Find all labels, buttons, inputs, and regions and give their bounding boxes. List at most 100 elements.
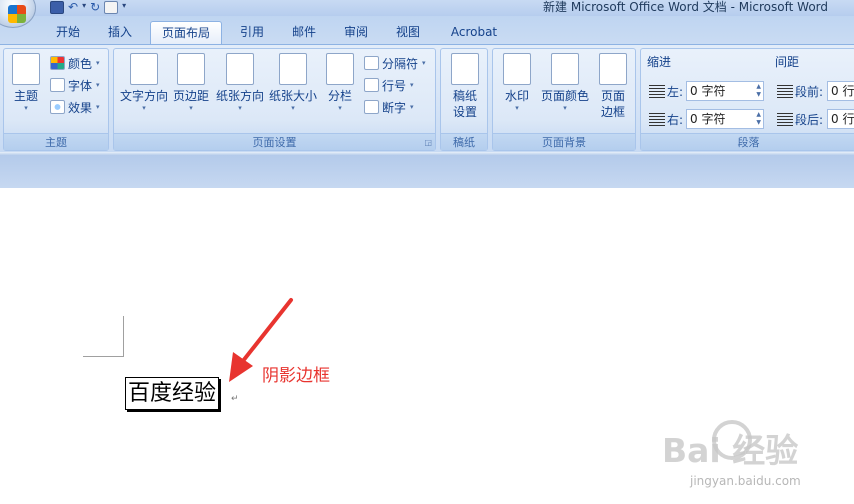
chevron-down-icon: ▾	[338, 104, 342, 112]
margins-label: 页边距	[172, 89, 209, 103]
columns-label: 分栏	[327, 89, 352, 103]
watermark-label: 水印	[504, 89, 529, 103]
margin-crop-mark-horizontal	[83, 356, 124, 357]
margin-crop-mark-vertical	[123, 316, 124, 356]
baidu-paw-icon	[712, 420, 752, 460]
dialog-launcher-icon[interactable]: ◲	[424, 138, 432, 147]
group-label-page-background: 页面背景	[493, 133, 635, 150]
watermark-url: jingyan.baidu.com	[690, 474, 801, 488]
chevron-down-icon: ▾	[238, 104, 242, 112]
line-numbers-icon	[364, 78, 379, 92]
page-border-label-line2: 边框	[600, 105, 625, 119]
theme-fonts-button[interactable]: 字体 ▾	[50, 75, 100, 95]
theme-colors-button[interactable]: 颜色 ▾	[50, 53, 100, 73]
group-label-paragraph: 段落	[641, 133, 854, 150]
line-numbers-button[interactable]: 行号 ▾	[364, 75, 414, 95]
group-label-draft-paper: 稿纸	[441, 133, 487, 150]
tab-acrobat[interactable]: Acrobat	[442, 21, 506, 44]
draft-paper-icon	[451, 53, 479, 85]
group-theme: 主题 ▾ 颜色 ▾ 字体 ▾ 效果 ▾ 主题	[3, 48, 109, 151]
page-color-button[interactable]: 页面颜色 ▾	[539, 53, 591, 112]
chevron-down-icon: ▾	[563, 104, 567, 112]
spacing-after-value: 0 行	[831, 112, 854, 126]
shadow-bordered-text[interactable]: 百度经验	[125, 377, 220, 410]
page-border-icon	[599, 53, 627, 85]
paper-size-button[interactable]: 纸张大小 ▾	[267, 53, 319, 112]
redo-icon[interactable]: ↻	[90, 1, 100, 14]
theme-effects-label: 效果	[68, 100, 93, 115]
tab-insert[interactable]: 插入	[98, 21, 142, 44]
annotation-label: 阴影边框	[262, 366, 330, 386]
indent-left-input[interactable]: 0 字符 ▲ ▼	[686, 81, 764, 101]
fonts-icon	[50, 78, 65, 92]
chevron-down-icon: ▾	[410, 103, 414, 111]
margins-icon	[177, 53, 205, 85]
save-icon[interactable]	[50, 0, 64, 14]
theme-colors-label: 颜色	[68, 56, 93, 71]
ribbon-edge	[0, 152, 854, 155]
group-page-setup: 文字方向 ▾ 页边距 ▾ 纸张方向 ▾ 纸张大小 ▾ 分栏 ▾ 分隔符 ▾ 行号…	[113, 48, 436, 151]
themes-button[interactable]: 主题 ▾	[8, 53, 44, 112]
chevron-down-icon: ▾	[96, 81, 100, 89]
ribbon: 主题 ▾ 颜色 ▾ 字体 ▾ 效果 ▾ 主题 文字方向 ▾ 页边距 ▾ 纸张方向…	[0, 44, 854, 152]
spacing-after-input[interactable]: 0 行	[827, 109, 854, 129]
page-border-button[interactable]: 页面 边框	[595, 53, 631, 120]
page-color-label: 页面颜色	[540, 89, 589, 103]
spacing-before-label: 段前:	[777, 83, 823, 100]
breaks-icon	[364, 56, 379, 70]
tab-mailings[interactable]: 邮件	[282, 21, 326, 44]
tab-references[interactable]: 引用	[230, 21, 274, 44]
chevron-down-icon: ▾	[515, 104, 519, 112]
group-paragraph: 缩进 间距 左: 0 字符 ▲ ▼ 右: 0 字符 ▲ ▼ 段前: 0 行 段后:	[640, 48, 854, 151]
window-title: 新建 Microsoft Office Word 文档 - Microsoft …	[543, 0, 828, 14]
draft-paper-button[interactable]: 稿纸 设置	[447, 53, 483, 120]
print-preview-icon[interactable]	[104, 0, 119, 14]
draft-paper-label-line2: 设置	[452, 105, 477, 119]
spinner-arrows-icon[interactable]: ▲ ▼	[756, 111, 761, 127]
indent-right-input[interactable]: 0 字符 ▲ ▼	[686, 109, 764, 129]
indent-right-value: 0 字符	[690, 112, 726, 126]
group-page-background: 水印 ▾ 页面颜色 ▾ 页面 边框 页面背景	[492, 48, 636, 151]
spacing-after-icon	[777, 112, 793, 127]
ribbon-tabs: 开始 插入 页面布局 引用 邮件 审阅 视图 Acrobat	[0, 16, 854, 44]
spacing-before-icon	[777, 84, 793, 99]
indent-left-label: 左:	[649, 83, 683, 100]
theme-effects-button[interactable]: 效果 ▾	[50, 97, 100, 117]
themes-button-label: 主题	[13, 89, 38, 103]
draft-paper-label-line1: 稿纸	[452, 89, 477, 103]
theme-fonts-label: 字体	[68, 78, 93, 93]
spinner-arrows-icon[interactable]: ▲ ▼	[756, 83, 761, 99]
orientation-button[interactable]: 纸张方向 ▾	[214, 53, 266, 112]
chevron-down-icon: ▾	[96, 59, 100, 67]
line-numbers-label: 行号	[382, 78, 407, 93]
breaks-button[interactable]: 分隔符 ▾	[364, 53, 426, 73]
undo-icon[interactable]: ↶	[68, 1, 78, 14]
chevron-down-icon: ▾	[291, 104, 295, 112]
page-border-label-line1: 页面	[600, 89, 625, 103]
hyphenation-icon	[364, 100, 379, 114]
columns-button[interactable]: 分栏 ▾	[322, 53, 358, 112]
breaks-label: 分隔符	[382, 56, 419, 71]
watermark-icon	[503, 53, 531, 85]
tab-home[interactable]: 开始	[46, 21, 90, 44]
group-label-page-setup: 页面设置	[114, 133, 435, 150]
text-direction-icon	[130, 53, 158, 85]
tab-review[interactable]: 审阅	[334, 21, 378, 44]
hyphenation-button[interactable]: 断字 ▾	[364, 97, 414, 117]
text-direction-button[interactable]: 文字方向 ▾	[118, 53, 170, 112]
colors-icon	[50, 56, 65, 70]
chevron-down-icon: ▾	[189, 104, 193, 112]
watermark-button[interactable]: 水印 ▾	[499, 53, 535, 112]
paragraph-mark: ↵	[231, 394, 239, 404]
columns-icon	[326, 53, 354, 85]
undo-dropdown-icon[interactable]: ▾	[82, 1, 86, 14]
tab-view[interactable]: 视图	[386, 21, 430, 44]
ruler-band	[0, 152, 854, 188]
chevron-down-icon: ▾	[24, 104, 28, 112]
margins-button[interactable]: 页边距 ▾	[170, 53, 212, 112]
orientation-label: 纸张方向	[215, 89, 264, 103]
tab-page-layout[interactable]: 页面布局	[150, 21, 222, 44]
customize-toolbar-icon[interactable]: ▾	[122, 1, 126, 14]
chevron-down-icon: ▾	[96, 103, 100, 111]
spacing-before-input[interactable]: 0 行	[827, 81, 854, 101]
